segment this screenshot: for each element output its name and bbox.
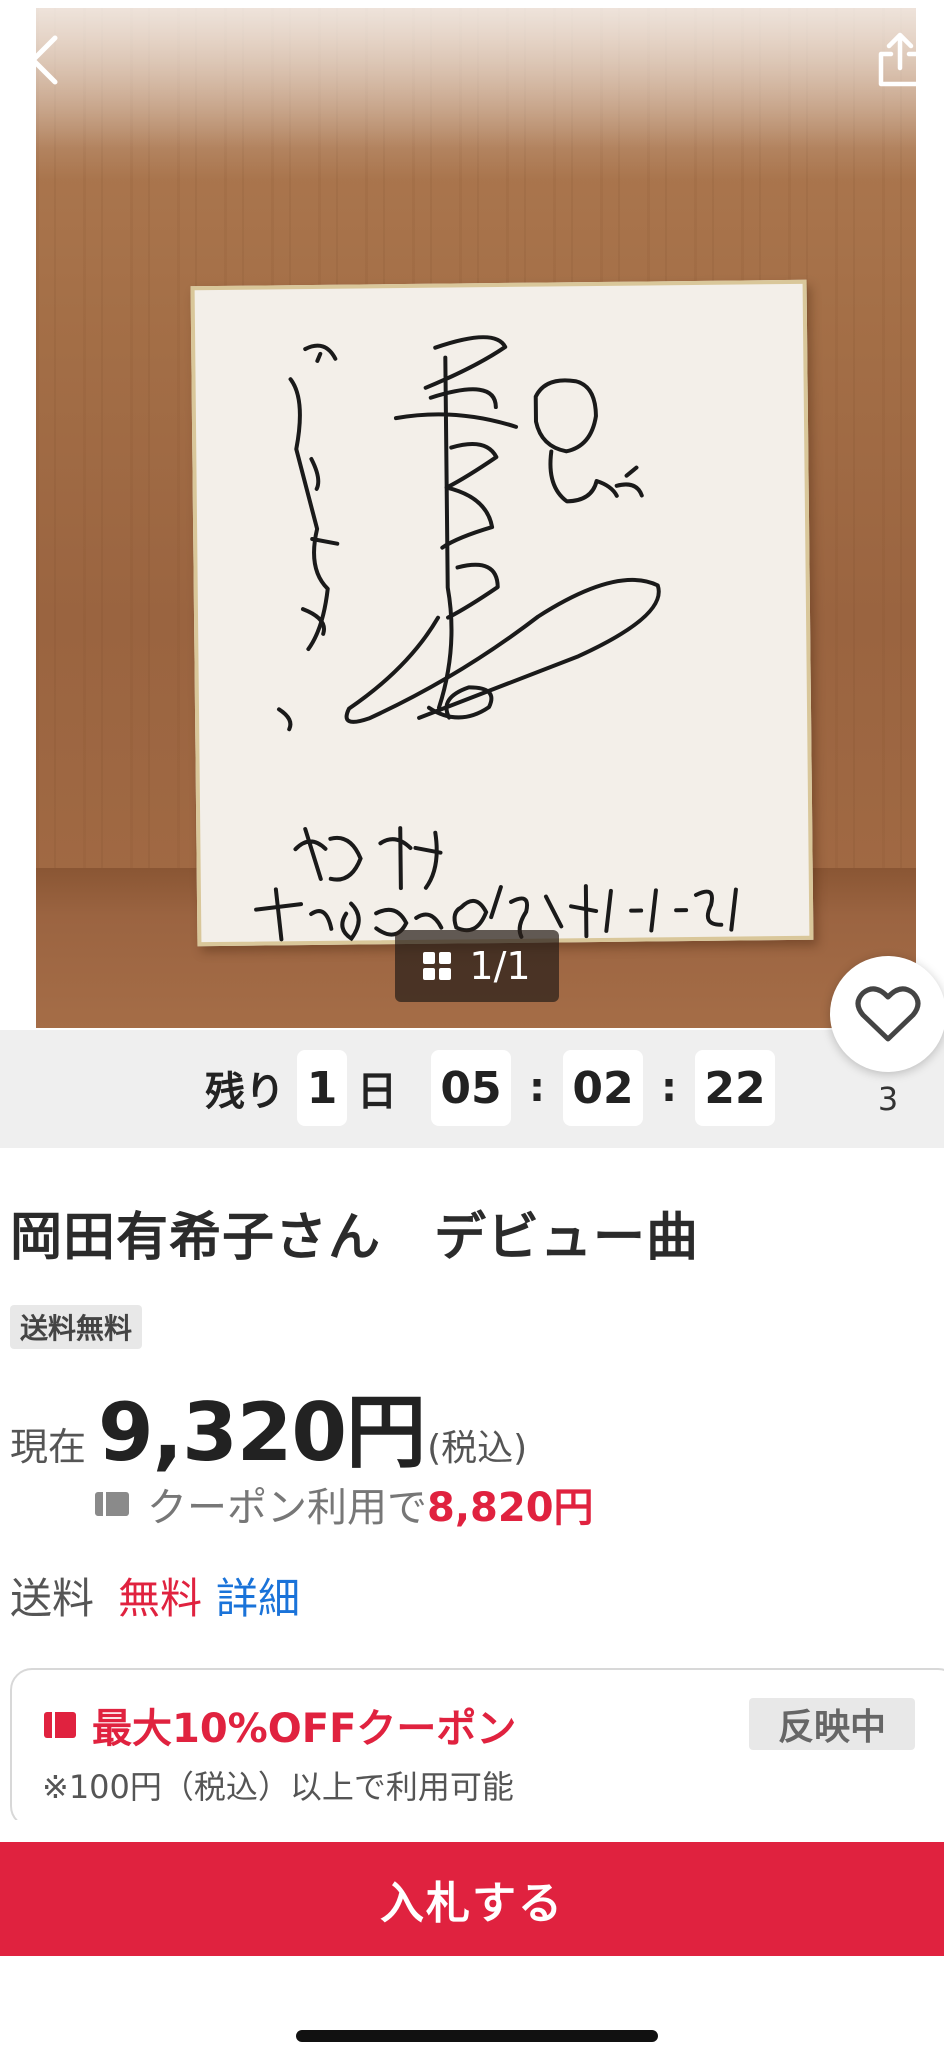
- chevron-left-icon: [30, 35, 58, 85]
- countdown-separator: :: [661, 1065, 677, 1111]
- autograph-drawing: [254, 335, 738, 942]
- auction-countdown: 残り 1 日 05 : 02 : 22: [0, 1030, 944, 1148]
- countdown-days-unit: 日: [357, 1069, 397, 1115]
- home-indicator[interactable]: [296, 2030, 658, 2042]
- favorite-button[interactable]: [830, 956, 944, 1072]
- autograph-board: [190, 279, 814, 947]
- shipping-detail-link[interactable]: 詳細: [216, 1565, 300, 1626]
- coupon-card-title-row: 最大10%OFFクーポン: [44, 1696, 516, 1754]
- tax-note: (税込): [427, 1428, 528, 1469]
- coupon-price: 8,820円: [427, 1485, 594, 1531]
- coupon-condition-note: ※100円（税込）以上で利用可能: [42, 1768, 514, 1806]
- countdown-hours: 05: [431, 1050, 511, 1126]
- coupon-card-title: 最大10%OFFクーポン: [92, 1706, 517, 1752]
- countdown-days: 1: [297, 1050, 347, 1126]
- favorite-count: 3: [877, 1080, 899, 1118]
- countdown-prefix: 残り: [205, 1069, 285, 1115]
- coupon-status-badge: 反映中: [749, 1698, 915, 1750]
- countdown-separator: :: [529, 1065, 545, 1111]
- share-icon: [878, 32, 922, 87]
- shipping-label: 送料: [10, 1573, 95, 1623]
- countdown-minutes: 02: [563, 1050, 643, 1126]
- product-photo[interactable]: [36, 8, 916, 1028]
- bid-button[interactable]: 入札する: [0, 1842, 944, 1956]
- grid-icon: [423, 952, 452, 980]
- coupon-text: クーポン利用で: [147, 1485, 427, 1531]
- ticket-icon: [44, 1712, 76, 1738]
- shipping-value: 無料: [118, 1573, 203, 1623]
- coupon-price-row: クーポン利用で 8,820円: [95, 1474, 594, 1534]
- listing-title: 岡田有希子さん デビュー曲: [10, 1208, 700, 1268]
- heart-icon: [855, 986, 921, 1042]
- countdown-seconds: 22: [695, 1050, 775, 1126]
- coupon-card[interactable]: 最大10%OFFクーポン 反映中 ※100円（税込）以上で利用可能 ※2025/…: [10, 1668, 944, 1828]
- price-row: 現在 9,320円 (税込): [10, 1368, 528, 1479]
- price-label: 現在: [10, 1425, 87, 1469]
- free-shipping-badge: 送料無料: [10, 1305, 143, 1349]
- share-button[interactable]: [868, 28, 932, 92]
- back-button[interactable]: [12, 28, 76, 92]
- shipping-row: 送料 無料 詳細: [10, 1565, 300, 1625]
- image-counter[interactable]: 1/1: [395, 930, 559, 1002]
- ticket-icon: [95, 1492, 129, 1516]
- image-counter-text: 1/1: [469, 944, 531, 988]
- current-price: 9,320円: [98, 1386, 426, 1479]
- product-image-area[interactable]: 1/1: [0, 0, 944, 1030]
